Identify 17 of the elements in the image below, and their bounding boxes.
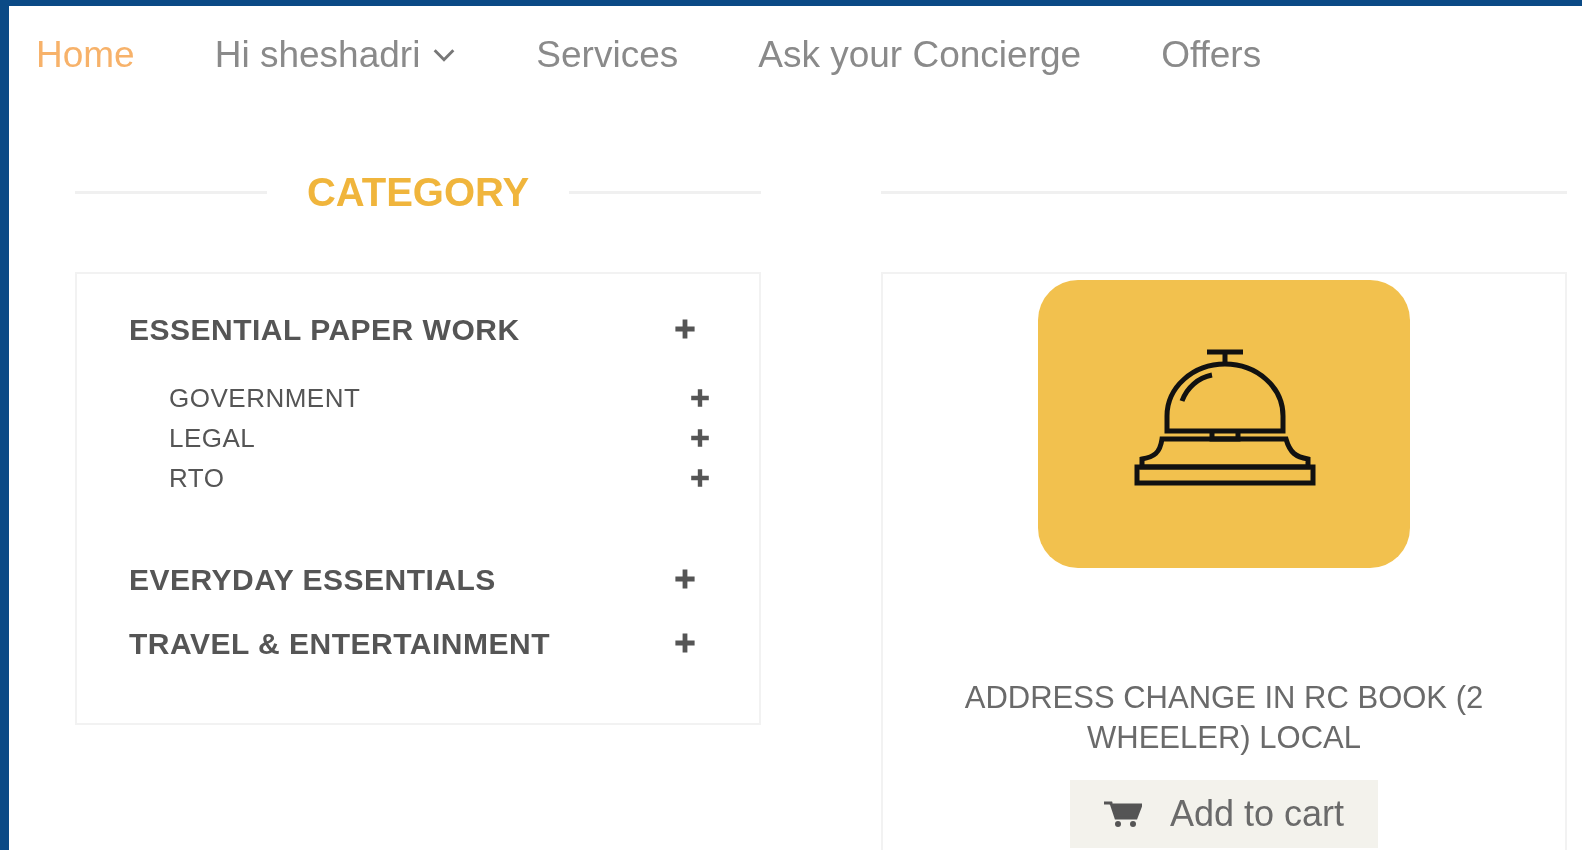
plus-icon[interactable] xyxy=(673,567,697,591)
subcategory-item[interactable]: LEGAL xyxy=(169,418,256,458)
cart-icon xyxy=(1103,800,1142,828)
product-title: ADDRESS CHANGE IN RC BOOK (2 WHEELER) LOCAL xyxy=(963,679,1485,757)
category-item[interactable]: EVERYDAY ESSENTIALS xyxy=(129,556,496,602)
subcategory-item[interactable]: GOVERNMENT xyxy=(169,378,361,418)
plus-icon[interactable] xyxy=(689,427,711,449)
category-item[interactable]: TRAVEL & ENTERTAINMENT xyxy=(129,620,550,666)
subcategory-item[interactable]: RTO xyxy=(169,458,225,498)
plus-icon[interactable] xyxy=(689,467,711,489)
plus-icon[interactable] xyxy=(673,631,697,655)
plus-icon[interactable] xyxy=(689,387,711,409)
chevron-down-icon xyxy=(432,48,457,62)
add-to-cart-button[interactable]: Add to cart xyxy=(1069,780,1379,848)
plus-icon[interactable] xyxy=(673,317,697,341)
category-heading: CATEGORY xyxy=(306,169,530,216)
category-item[interactable]: ESSENTIAL PAPER WORK xyxy=(129,306,520,352)
